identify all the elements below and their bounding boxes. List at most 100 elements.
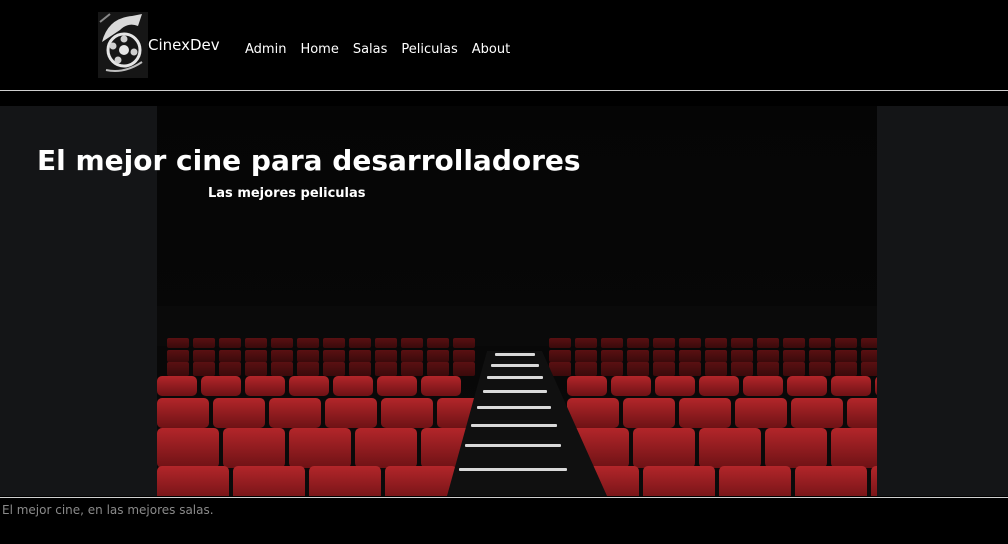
seat bbox=[795, 466, 867, 496]
seat bbox=[627, 350, 649, 362]
seat bbox=[575, 338, 597, 348]
seat bbox=[787, 376, 827, 396]
seat bbox=[757, 338, 779, 348]
stair-light bbox=[491, 364, 539, 367]
seat bbox=[297, 350, 319, 362]
seat bbox=[167, 362, 189, 376]
seat bbox=[323, 362, 345, 376]
seat bbox=[223, 428, 285, 468]
nav-item-home: Home bbox=[300, 38, 338, 58]
seat bbox=[289, 428, 351, 468]
seat bbox=[167, 338, 189, 348]
seat bbox=[333, 376, 373, 396]
seat bbox=[735, 398, 787, 428]
seat bbox=[401, 338, 423, 348]
seat bbox=[757, 362, 779, 376]
seat bbox=[679, 350, 701, 362]
seat bbox=[453, 338, 475, 348]
seat bbox=[271, 338, 293, 348]
seat bbox=[421, 376, 461, 396]
seat bbox=[809, 362, 831, 376]
footer-text: El mejor cine, en las mejores salas. bbox=[2, 503, 214, 517]
seat bbox=[699, 428, 761, 468]
seat bbox=[861, 338, 877, 348]
seat bbox=[809, 338, 831, 348]
seat bbox=[809, 350, 831, 362]
seat bbox=[349, 362, 371, 376]
seat bbox=[213, 398, 265, 428]
seat bbox=[835, 350, 857, 362]
nav-link-admin[interactable]: Admin bbox=[245, 42, 286, 57]
seat bbox=[309, 466, 381, 496]
seat bbox=[575, 350, 597, 362]
seat bbox=[201, 376, 241, 396]
nav-link-peliculas[interactable]: Peliculas bbox=[401, 42, 457, 57]
stair-light bbox=[459, 468, 567, 471]
hero-subtitle: Las mejores peliculas bbox=[208, 186, 366, 201]
seat bbox=[567, 376, 607, 396]
seat bbox=[375, 338, 397, 348]
seat bbox=[167, 350, 189, 362]
seat bbox=[323, 338, 345, 348]
seat bbox=[245, 362, 267, 376]
seat bbox=[385, 466, 457, 496]
nav-item-peliculas: Peliculas bbox=[401, 38, 457, 58]
stair-light bbox=[477, 406, 551, 409]
seat bbox=[611, 376, 651, 396]
stair-light bbox=[495, 353, 535, 356]
nav-link-home[interactable]: Home bbox=[300, 42, 338, 57]
seat bbox=[627, 338, 649, 348]
seat bbox=[157, 398, 209, 428]
seat bbox=[427, 362, 449, 376]
seat bbox=[549, 362, 571, 376]
seat bbox=[757, 350, 779, 362]
seat bbox=[643, 466, 715, 496]
brand-logo-icon[interactable] bbox=[98, 12, 148, 78]
seat bbox=[269, 398, 321, 428]
seat bbox=[623, 398, 675, 428]
seat bbox=[731, 338, 753, 348]
seat bbox=[233, 466, 305, 496]
stair-light bbox=[483, 390, 547, 393]
stair-light bbox=[471, 424, 557, 427]
seat bbox=[731, 350, 753, 362]
seat bbox=[871, 466, 877, 496]
seat bbox=[453, 362, 475, 376]
cinema-reel-logo-icon bbox=[98, 12, 148, 78]
brand-name-link[interactable]: CinexDev bbox=[148, 36, 220, 54]
seat bbox=[831, 428, 877, 468]
nav-item-admin: Admin bbox=[245, 38, 286, 58]
seat bbox=[381, 398, 433, 428]
seat bbox=[245, 338, 267, 348]
seat bbox=[355, 428, 417, 468]
seat bbox=[633, 428, 695, 468]
seat bbox=[653, 362, 675, 376]
seat bbox=[831, 376, 871, 396]
seat bbox=[655, 376, 695, 396]
seat bbox=[245, 376, 285, 396]
seat bbox=[783, 338, 805, 348]
seat bbox=[601, 362, 623, 376]
hero-title: El mejor cine para desarrolladores bbox=[37, 144, 581, 177]
seat bbox=[567, 398, 619, 428]
page: CinexDev Admin Home Salas Peliculas Abou… bbox=[0, 0, 1008, 544]
seat bbox=[427, 350, 449, 362]
seat bbox=[323, 350, 345, 362]
seat bbox=[679, 362, 701, 376]
seat bbox=[375, 350, 397, 362]
nav-item-salas: Salas bbox=[353, 38, 388, 58]
seat bbox=[601, 350, 623, 362]
seat bbox=[427, 338, 449, 348]
nav-link-salas[interactable]: Salas bbox=[353, 42, 388, 57]
seat bbox=[627, 362, 649, 376]
nav-link-about[interactable]: About bbox=[472, 42, 510, 57]
seat bbox=[549, 338, 571, 348]
seat bbox=[289, 376, 329, 396]
seat bbox=[401, 350, 423, 362]
seat bbox=[705, 350, 727, 362]
seat bbox=[783, 362, 805, 376]
seat bbox=[157, 428, 219, 468]
seat bbox=[549, 350, 571, 362]
seat bbox=[297, 338, 319, 348]
seat bbox=[297, 362, 319, 376]
